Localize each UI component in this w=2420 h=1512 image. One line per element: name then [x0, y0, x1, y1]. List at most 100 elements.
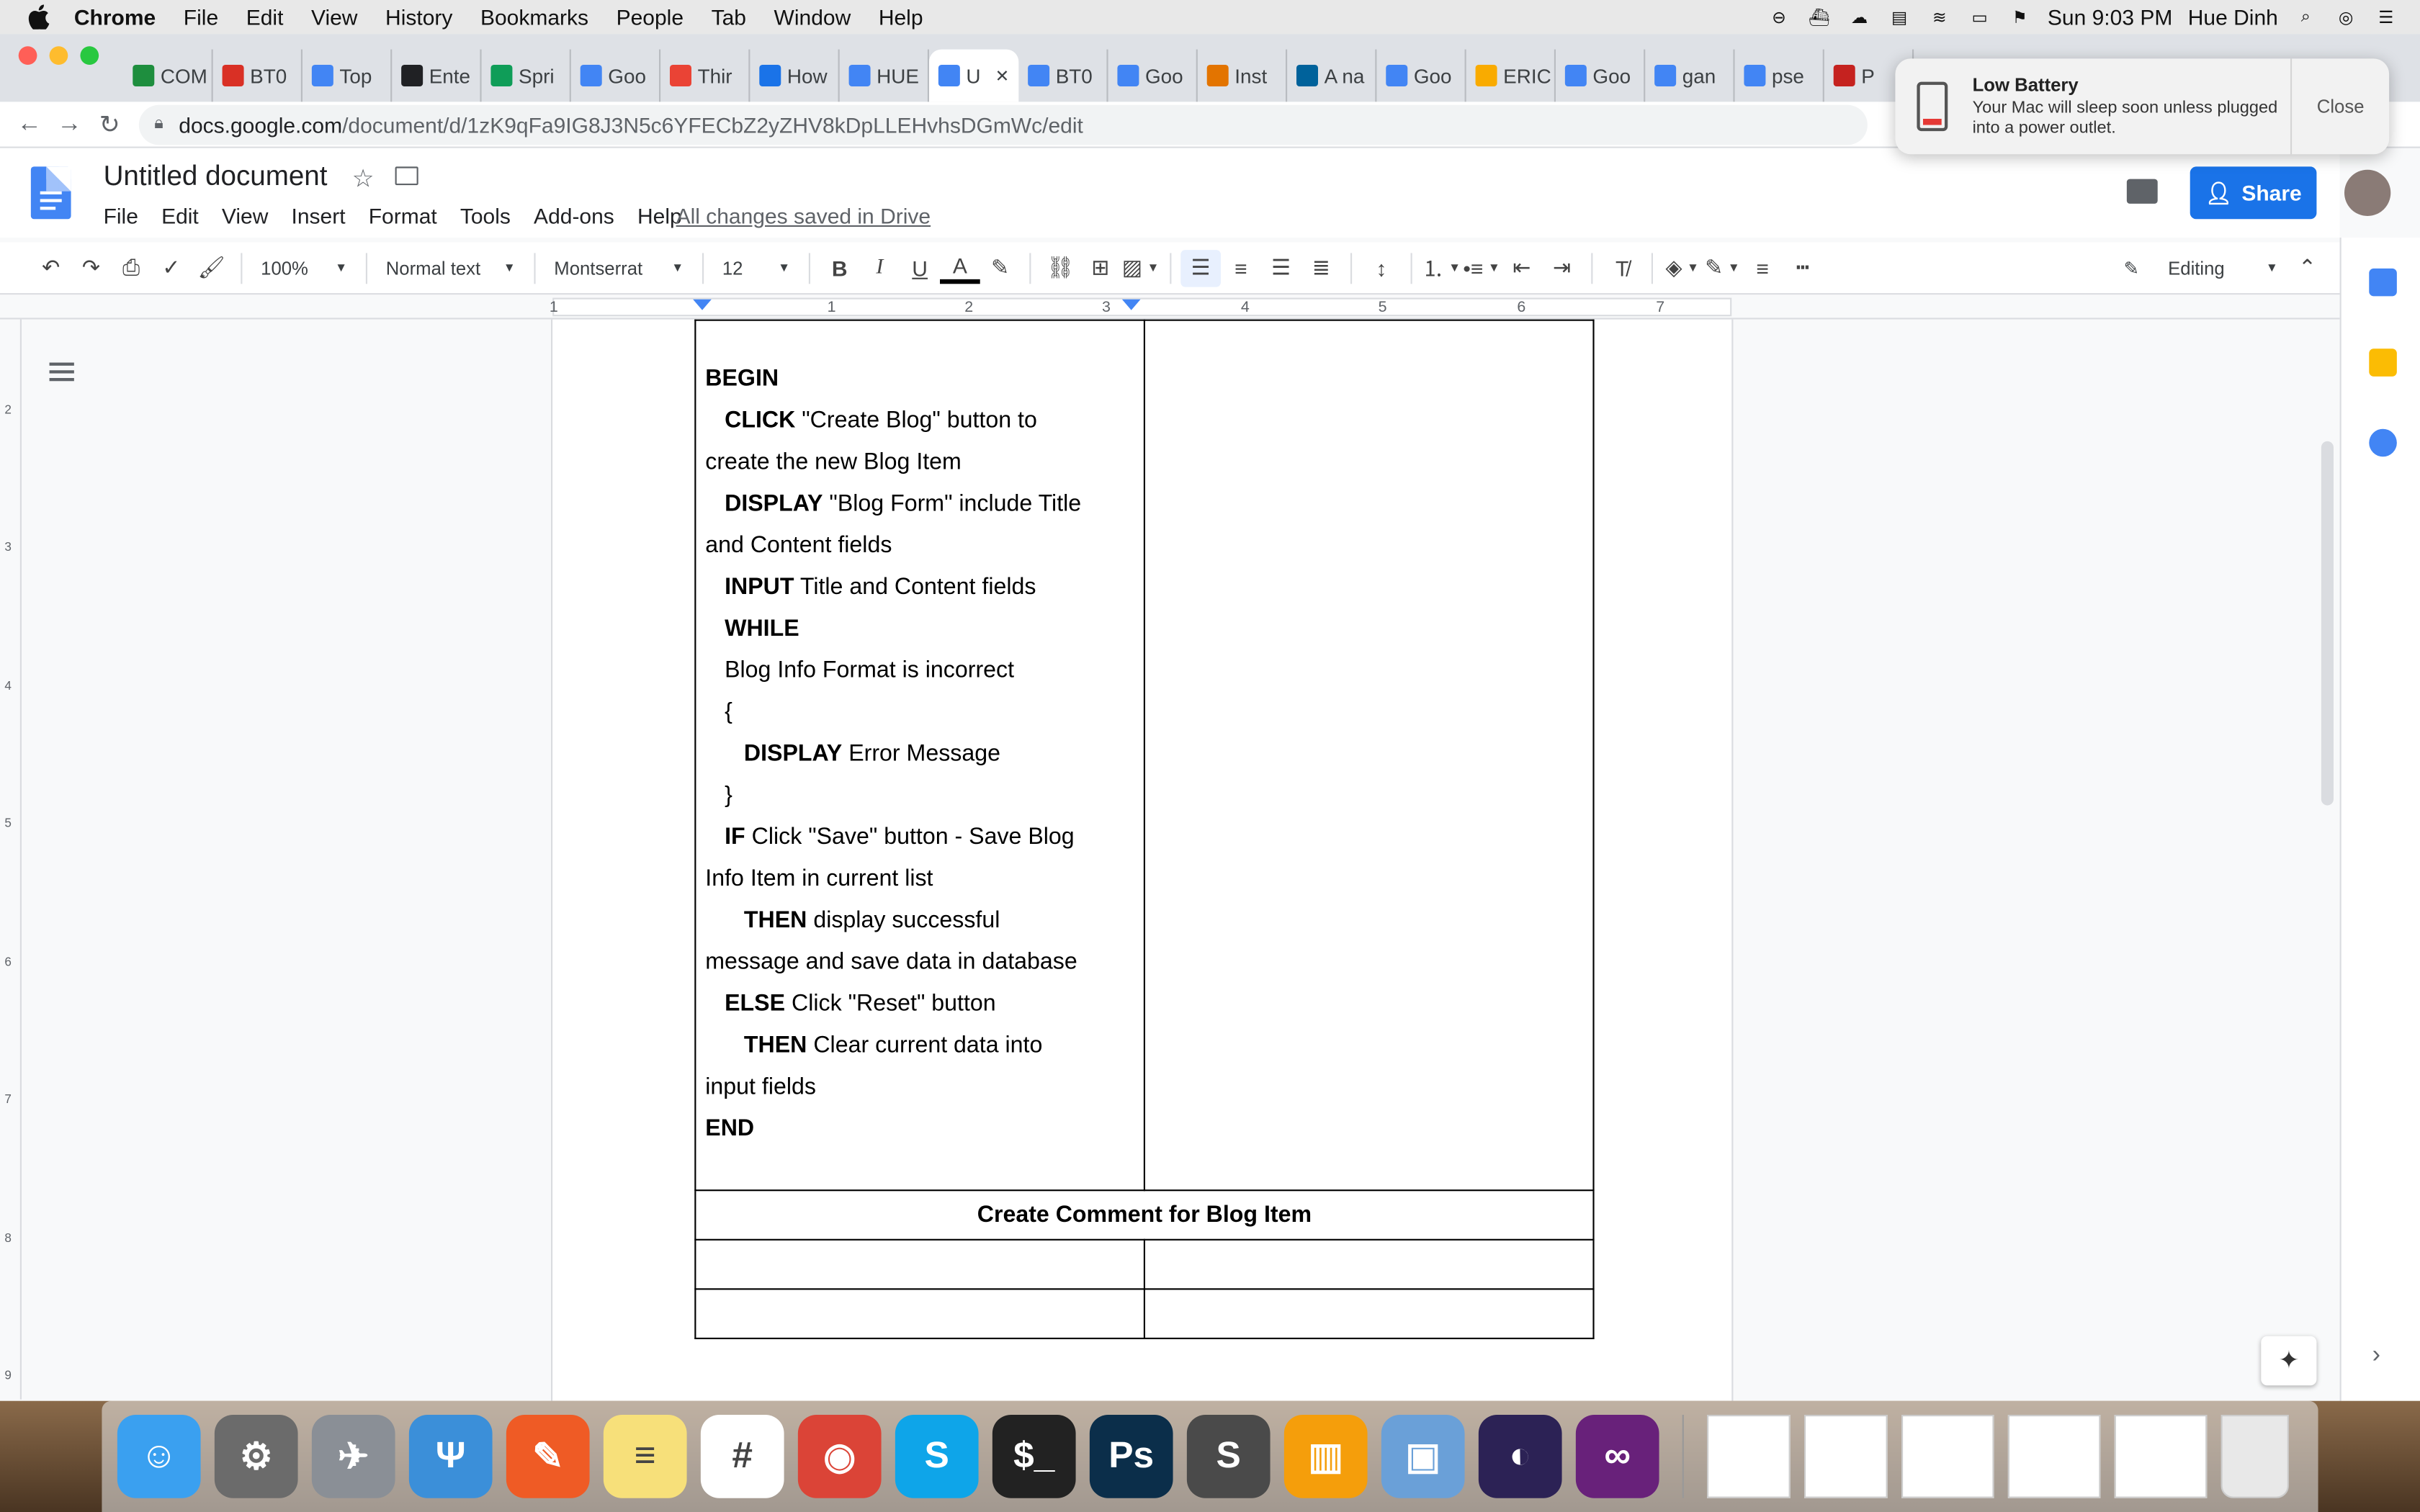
menu-file[interactable]: File: [184, 4, 218, 29]
dock-terminal-icon[interactable]: $_: [992, 1414, 1076, 1498]
flag-icon[interactable]: ⚑: [2007, 6, 2032, 28]
menu-view[interactable]: View: [311, 4, 357, 29]
dock-finder-icon[interactable]: ☺: [117, 1414, 201, 1498]
browser-tab[interactable]: BT0: [213, 49, 302, 102]
dock-sublime-text-icon[interactable]: S: [1186, 1414, 1270, 1498]
dock-slack-icon[interactable]: #: [700, 1414, 784, 1498]
paragraph-style-select[interactable]: Normal text ▼: [377, 249, 525, 286]
save-status-link[interactable]: All changes saved in Drive: [676, 204, 931, 228]
clear-formatting-icon[interactable]: T̸: [1602, 249, 1642, 286]
dock-document-thumbnail[interactable]: [1804, 1414, 1888, 1498]
empty-cell[interactable]: [694, 1288, 1145, 1339]
dock-launchpad-icon[interactable]: ✈: [311, 1414, 395, 1498]
border-dash-icon[interactable]: ┅: [1783, 249, 1823, 286]
border-color-icon[interactable]: ✎ ▼: [1703, 249, 1743, 286]
dock-window-thumbnail[interactable]: [2114, 1414, 2208, 1498]
browser-tab[interactable]: COM: [123, 49, 213, 102]
increase-indent-icon[interactable]: ⇥: [1542, 249, 1582, 286]
font-size-select[interactable]: 12 ▼: [713, 249, 799, 286]
editing-mode-select[interactable]: ✎ Editing ▼: [2115, 249, 2287, 286]
calendar-icon[interactable]: [2369, 268, 2397, 297]
pseudocode-line[interactable]: THEN Clear current data into: [705, 1025, 1134, 1066]
bulleted-list-icon[interactable]: •≡ ▼: [1461, 249, 1502, 286]
dock-window-thumbnail[interactable]: [1901, 1414, 1994, 1498]
highlight-icon[interactable]: ✎: [980, 249, 1021, 286]
pseudocode-line[interactable]: WHILE: [705, 608, 1134, 649]
move-folder-icon[interactable]: [395, 166, 418, 186]
numbered-list-icon[interactable]: ⒈ ▼: [1422, 249, 1462, 286]
docs-menu-tools[interactable]: Tools: [460, 204, 511, 228]
browser-tab[interactable]: How: [750, 49, 840, 102]
pseudocode-line[interactable]: message and save data in database: [705, 941, 1134, 983]
line-spacing-icon[interactable]: ↕: [1361, 249, 1402, 286]
zoom-window-button[interactable]: [80, 46, 99, 65]
empty-cell[interactable]: [1143, 319, 1595, 1192]
siri-icon[interactable]: ◎: [2334, 6, 2358, 28]
document-page[interactable]: BEGIN CLICK "Create Blog" button to creat…: [552, 319, 1732, 1401]
browser-tab[interactable]: BT0: [1018, 49, 1108, 102]
dock-eclipse-icon[interactable]: ◐: [1478, 1414, 1562, 1498]
reload-icon[interactable]: ↻: [89, 109, 130, 140]
pseudocode-line[interactable]: }: [705, 775, 1134, 816]
apple-icon[interactable]: [28, 4, 53, 30]
browser-tab[interactable]: pse: [1735, 49, 1824, 102]
document-table[interactable]: BEGIN CLICK "Create Blog" button to creat…: [694, 319, 1595, 1339]
align-center-icon[interactable]: ≡: [1221, 249, 1261, 286]
pseudocode-line[interactable]: END: [705, 1108, 1134, 1150]
docs-menu-addons[interactable]: Add-ons: [534, 204, 614, 228]
empty-cell[interactable]: [1143, 1238, 1595, 1290]
docker-icon[interactable]: ⛴: [1807, 6, 1832, 28]
docs-menu-file[interactable]: File: [104, 204, 138, 228]
dock-postman-icon[interactable]: ✎: [506, 1414, 590, 1498]
share-button[interactable]: 👤︎ Share: [2190, 166, 2317, 220]
menubar-user[interactable]: Hue Dinh: [2188, 4, 2278, 29]
comments-icon[interactable]: [2126, 179, 2158, 204]
minus-circle-icon[interactable]: ⊖: [1767, 6, 1791, 28]
browser-tab[interactable]: HUE: [840, 49, 929, 102]
collapse-menu-icon[interactable]: ⌃: [2287, 249, 2328, 286]
menu-app-name[interactable]: Chrome: [74, 4, 156, 29]
browser-tab[interactable]: Goo: [1108, 49, 1198, 102]
back-arrow-icon[interactable]: ←: [9, 110, 50, 138]
dock-books-icon[interactable]: ▥: [1283, 1414, 1368, 1498]
menu-tab[interactable]: Tab: [712, 4, 746, 29]
forward-arrow-icon[interactable]: →: [50, 110, 90, 138]
browser-tab[interactable]: Top: [302, 49, 393, 102]
menu-window[interactable]: Window: [774, 4, 851, 29]
align-right-icon[interactable]: ☰: [1261, 249, 1301, 286]
creative-cloud-icon[interactable]: ☁: [1847, 6, 1871, 28]
browser-tab[interactable]: Goo: [1376, 49, 1466, 102]
browser-tab[interactable]: Goo: [1556, 49, 1646, 102]
text-color-icon[interactable]: A: [940, 252, 980, 284]
browser-tab[interactable]: Spri: [482, 49, 571, 102]
dock-notes-icon[interactable]: ≡: [603, 1414, 687, 1498]
border-width-icon[interactable]: ≡: [1742, 249, 1783, 286]
dock-window-thumbnail[interactable]: [2007, 1414, 2101, 1498]
browser-tab-active[interactable]: U ✕: [929, 49, 1019, 102]
font-select[interactable]: Montserrat ▼: [544, 249, 693, 286]
document-title[interactable]: Untitled document: [104, 161, 328, 193]
dock-fork-icon[interactable]: Ψ: [408, 1414, 493, 1498]
dock-chrome-icon[interactable]: ◉: [797, 1414, 882, 1498]
pseudocode-line[interactable]: Blog Info Format is incorrect: [705, 649, 1134, 691]
print-icon[interactable]: ⎙: [111, 249, 151, 286]
browser-tab[interactable]: Ente: [392, 49, 482, 102]
empty-cell[interactable]: [1143, 1288, 1595, 1339]
menu-help[interactable]: Help: [879, 4, 923, 29]
pseudocode-line[interactable]: ELSE Click "Reset" button: [705, 983, 1134, 1025]
docs-menu-view[interactable]: View: [222, 204, 268, 228]
dock-xlsx-file[interactable]: [1707, 1414, 1791, 1498]
browser-tab[interactable]: A na: [1287, 49, 1377, 102]
wifi-icon[interactable]: ≋: [1927, 6, 1952, 28]
decrease-indent-icon[interactable]: ⇤: [1502, 249, 1542, 286]
pseudocode-line[interactable]: Info Item in current list: [705, 858, 1134, 899]
pseudocode-line[interactable]: THEN display successful: [705, 899, 1134, 941]
insert-link-icon[interactable]: ⛓: [1040, 249, 1080, 286]
paint-format-icon[interactable]: 🖌︎: [192, 249, 232, 286]
zoom-select[interactable]: 100% ▼: [251, 249, 357, 286]
dock-photoshop-icon[interactable]: Ps: [1089, 1414, 1173, 1498]
pseudocode-line[interactable]: input fields: [705, 1066, 1134, 1108]
close-tab-icon[interactable]: ✕: [995, 66, 1010, 86]
explore-button[interactable]: ✦: [2261, 1336, 2317, 1386]
document-outline-icon[interactable]: [49, 362, 74, 384]
